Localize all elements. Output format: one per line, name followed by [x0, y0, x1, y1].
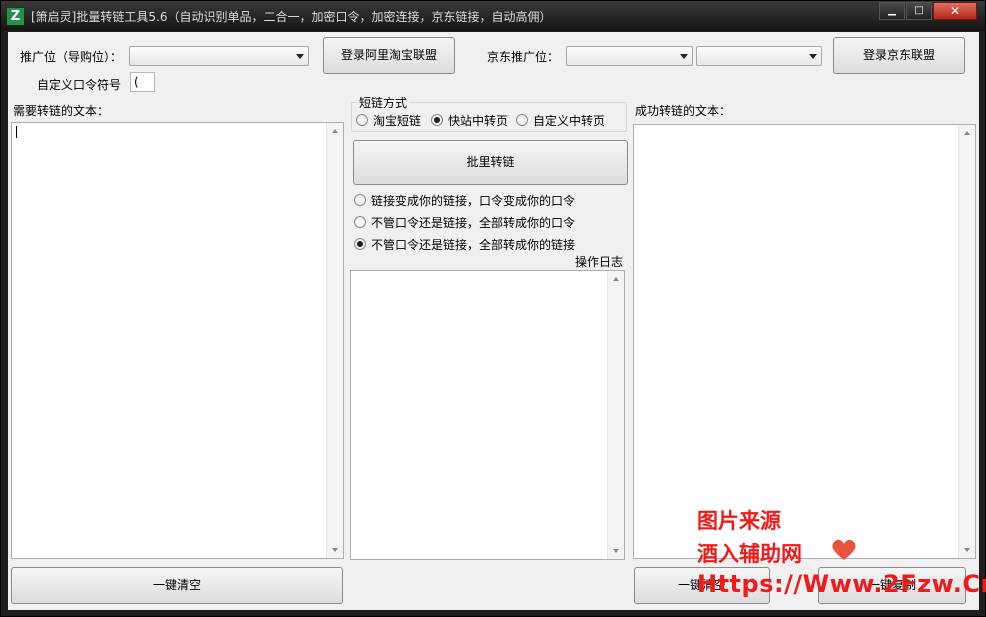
option-kuaizhan-page[interactable]: 快站中转页: [448, 112, 508, 129]
chevron-down-icon: [809, 54, 817, 59]
radio-taobao-shortlink[interactable]: [356, 114, 368, 126]
login-taobao-button[interactable]: 登录阿里淘宝联盟: [323, 37, 455, 74]
scroll-up-icon[interactable]: [613, 277, 619, 281]
mode-all-token[interactable]: 不管口令还是链接，全部转成你的口令: [371, 214, 575, 231]
scroll-up-icon[interactable]: [964, 131, 970, 135]
log-text-area[interactable]: [350, 270, 625, 560]
caption-buttons: ▁ □ ✕: [878, 2, 977, 21]
title-bar[interactable]: Z [箫启灵]批量转链工具5.6（自动识别单品，二合一，加密口令，加密连接，京东…: [1, 1, 985, 31]
text-caret: [16, 126, 17, 138]
close-button[interactable]: ✕: [933, 2, 977, 20]
heart-icon: [832, 539, 856, 560]
option-custom-page[interactable]: 自定义中转页: [533, 112, 605, 129]
jd-pid-dropdown-1[interactable]: [566, 46, 693, 66]
result-scrollbar[interactable]: [958, 125, 975, 558]
window-title: [箫启灵]批量转链工具5.6（自动识别单品，二合一，加密口令，加密连接，京东链接…: [31, 10, 552, 24]
radio-mode-all-token[interactable]: [354, 216, 366, 228]
taobao-pid-label: 推广位（导购位）：: [20, 50, 123, 64]
chevron-down-icon: [296, 54, 304, 59]
short-link-group-label: 短链方式: [357, 94, 410, 111]
custom-token-input[interactable]: (: [130, 72, 155, 92]
batch-convert-button[interactable]: 批里转链: [353, 140, 628, 185]
result-text-label: 成功转链的文本：: [635, 104, 732, 118]
scroll-down-icon[interactable]: [332, 548, 338, 552]
radio-mode-all-link[interactable]: [354, 238, 366, 250]
log-scrollbar[interactable]: [607, 271, 624, 559]
source-scrollbar[interactable]: [326, 123, 343, 558]
mode-all-link[interactable]: 不管口令还是链接，全部转成你的链接: [371, 236, 575, 253]
chevron-down-icon: [680, 54, 688, 59]
clear-source-button[interactable]: 一键清空: [11, 567, 343, 604]
scroll-down-icon[interactable]: [613, 549, 619, 553]
app-logo-icon: Z: [7, 8, 24, 25]
jd-pid-label: 京东推广位：: [487, 50, 560, 64]
result-text-area[interactable]: [633, 124, 976, 559]
radio-mode-keep-type[interactable]: [354, 194, 366, 206]
jd-pid-dropdown-2[interactable]: [696, 46, 822, 66]
minimize-button[interactable]: ▁: [879, 2, 905, 20]
option-taobao-shortlink[interactable]: 淘宝短链: [373, 112, 421, 129]
app-window: Z [箫启灵]批量转链工具5.6（自动识别单品，二合一，加密口令，加密连接，京东…: [0, 0, 986, 617]
login-jd-button[interactable]: 登录京东联盟: [833, 37, 965, 74]
taobao-pid-dropdown[interactable]: [129, 46, 309, 66]
scroll-down-icon[interactable]: [964, 548, 970, 552]
mode-keep-type[interactable]: 链接变成你的链接，口令变成你的口令: [371, 192, 575, 209]
radio-custom-page[interactable]: [516, 114, 528, 126]
source-text-area[interactable]: [11, 122, 344, 559]
custom-token-label: 自定义口令符号: [37, 78, 122, 92]
scroll-up-icon[interactable]: [332, 129, 338, 133]
maximize-button[interactable]: □: [906, 2, 932, 20]
watermark-line-1: 图片来源: [697, 509, 781, 533]
radio-kuaizhan-page[interactable]: [431, 114, 443, 126]
client-area: 推广位（导购位）： 登录阿里淘宝联盟 京东推广位： 登录京东联盟 自定义口令符号…: [8, 32, 979, 610]
watermark-line-2: 酒入辅助网: [697, 542, 802, 566]
log-label: 操作日志: [575, 255, 624, 269]
source-text-label: 需要转链的文本：: [13, 104, 110, 118]
watermark-line-3: Https://Www.2Fzw.Cn: [697, 570, 986, 598]
